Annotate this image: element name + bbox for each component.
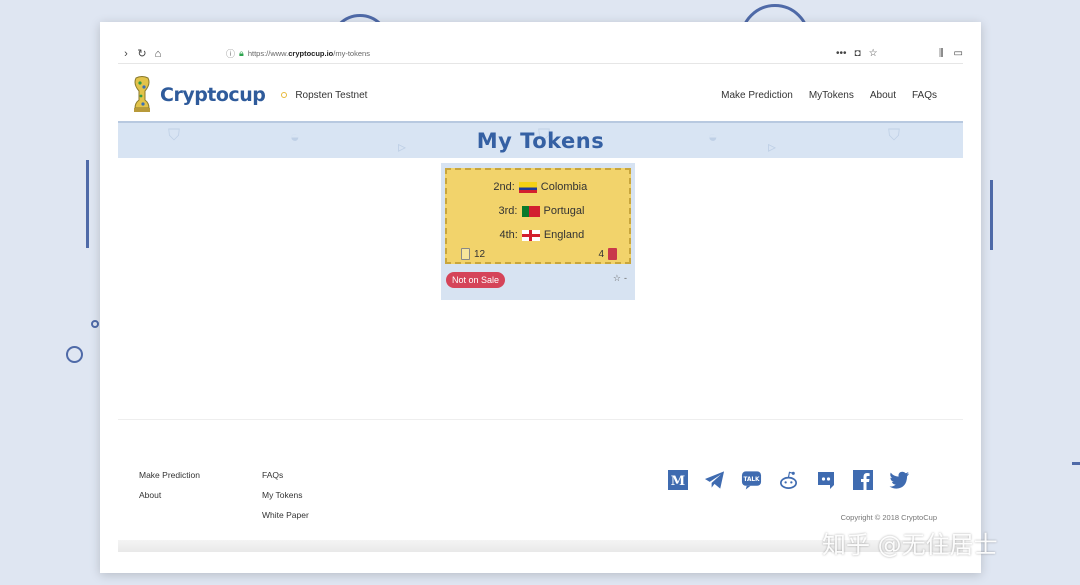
nav-my-tokens[interactable]: MyTokens <box>809 90 854 101</box>
kakaotalk-icon[interactable]: TALK <box>741 469 762 490</box>
address-bar[interactable]: ⓘ 🔒︎ https://www.cryptocup.io/my-tokens <box>226 46 826 62</box>
social-links: M TALK <box>667 469 910 490</box>
nav-faqs[interactable]: FAQs <box>912 90 937 101</box>
background-line <box>990 180 993 250</box>
token-tile[interactable]: 2nd: Colombia 3rd: Portugal 4th: England… <box>441 163 635 300</box>
twitter-icon[interactable] <box>889 469 910 490</box>
flag-decoration-icon: ▹ <box>398 139 407 156</box>
footer-links-col-2: FAQs My Tokens White Paper <box>262 470 309 530</box>
favorites[interactable]: ☆ - <box>613 273 627 284</box>
telegram-icon[interactable] <box>704 469 725 490</box>
country-name: Colombia <box>540 181 588 193</box>
footer-link-my-tokens[interactable]: My Tokens <box>262 490 309 500</box>
reddit-icon[interactable] <box>778 469 799 490</box>
favorites-count: - <box>624 273 627 283</box>
facebook-icon[interactable] <box>852 469 873 490</box>
footer-link-white-paper[interactable]: White Paper <box>262 510 309 520</box>
site-logo-text[interactable]: Cryptocup <box>160 84 266 106</box>
medium-icon[interactable]: M <box>667 469 688 490</box>
svg-text:M: M <box>670 474 684 489</box>
token-row-4th: 4th: England <box>447 228 629 242</box>
background-line <box>1072 462 1080 465</box>
cards-prediction-row: 12 4 <box>461 246 617 262</box>
background-line <box>86 160 89 248</box>
site-header: Cryptocup Ropsten Testnet Make Predictio… <box>118 70 963 120</box>
pocket-icon[interactable]: ◘ <box>855 48 861 59</box>
lock-icon: 🔒︎ <box>239 48 244 58</box>
footer-link-faqs[interactable]: FAQs <box>262 470 309 480</box>
yellow-card-count: 12 <box>474 248 486 260</box>
network-status-icon <box>281 92 288 98</box>
browser-window: › ↻ ⌂ ⓘ 🔒︎ https://www.cryptocup.io/my-t… <box>100 22 981 573</box>
yellow-card-icon <box>461 248 470 260</box>
nav-about[interactable]: About <box>870 90 896 101</box>
country-name: England <box>543 229 585 241</box>
page-title: My Tokens <box>476 128 605 153</box>
watermark-text: 知乎 @无住居士 <box>822 531 998 559</box>
page-banner: ⛉ ◒ ▹ ⛉ ◒ ▹ ⛉ My Tokens <box>118 121 963 158</box>
browser-toolbar: › ↻ ⌂ ⓘ 🔒︎ https://www.cryptocup.io/my-t… <box>118 44 963 64</box>
sidebar-icon[interactable]: ▭ <box>954 48 963 59</box>
nav-make-prediction[interactable]: Make Prediction <box>721 90 793 101</box>
url-text[interactable]: https://www.cryptocup.io/my-tokens <box>248 49 370 58</box>
copyright-text: Copyright © 2018 CryptoCup <box>840 513 937 522</box>
red-card-count: 4 <box>598 248 604 260</box>
trophy-logo-icon[interactable] <box>132 76 152 114</box>
more-actions-icon[interactable]: ••• <box>836 48 847 59</box>
trophy-decoration-icon: ⛉ <box>168 127 181 144</box>
background-circle <box>66 346 83 363</box>
token-row-2nd: 2nd: Colombia <box>447 180 629 194</box>
portugal-flag-icon <box>521 205 540 217</box>
flag-decoration-icon: ▹ <box>768 139 777 156</box>
background-circle <box>91 320 99 328</box>
token-card[interactable]: 2nd: Colombia 3rd: Portugal 4th: England… <box>445 168 631 264</box>
star-icon[interactable]: ☆ <box>613 273 621 284</box>
red-card-icon <box>608 248 617 260</box>
sale-status-badge: Not on Sale <box>446 272 506 288</box>
svg-text:TALK: TALK <box>744 476 761 482</box>
bookmark-star-icon[interactable]: ☆ <box>869 48 878 59</box>
reload-icon[interactable]: ↻ <box>134 47 150 60</box>
trophy-decoration-icon: ⛉ <box>888 127 901 144</box>
library-icon[interactable]: ⫼ <box>939 48 944 59</box>
info-icon[interactable]: ⓘ <box>226 47 235 60</box>
home-icon[interactable]: ⌂ <box>150 48 166 60</box>
england-flag-icon <box>521 229 540 241</box>
place-label: 3rd: <box>498 205 518 217</box>
forward-icon[interactable]: › <box>118 48 134 60</box>
main-nav: Make Prediction MyTokens About FAQs <box>721 90 937 101</box>
discord-icon[interactable] <box>815 469 836 490</box>
footer-divider <box>118 419 963 420</box>
footer-links-col-1: Make Prediction About <box>139 470 200 510</box>
ball-decoration-icon: ◒ <box>708 129 718 146</box>
place-label: 4th: <box>499 229 518 241</box>
colombia-flag-icon <box>518 181 537 193</box>
network-label: Ropsten Testnet <box>295 89 368 101</box>
place-label: 2nd: <box>493 181 515 193</box>
footer-link-about[interactable]: About <box>139 490 200 500</box>
footer-link-make-prediction[interactable]: Make Prediction <box>139 470 200 480</box>
token-row-3rd: 3rd: Portugal <box>447 204 629 218</box>
ball-decoration-icon: ◒ <box>290 129 300 146</box>
country-name: Portugal <box>543 205 585 217</box>
